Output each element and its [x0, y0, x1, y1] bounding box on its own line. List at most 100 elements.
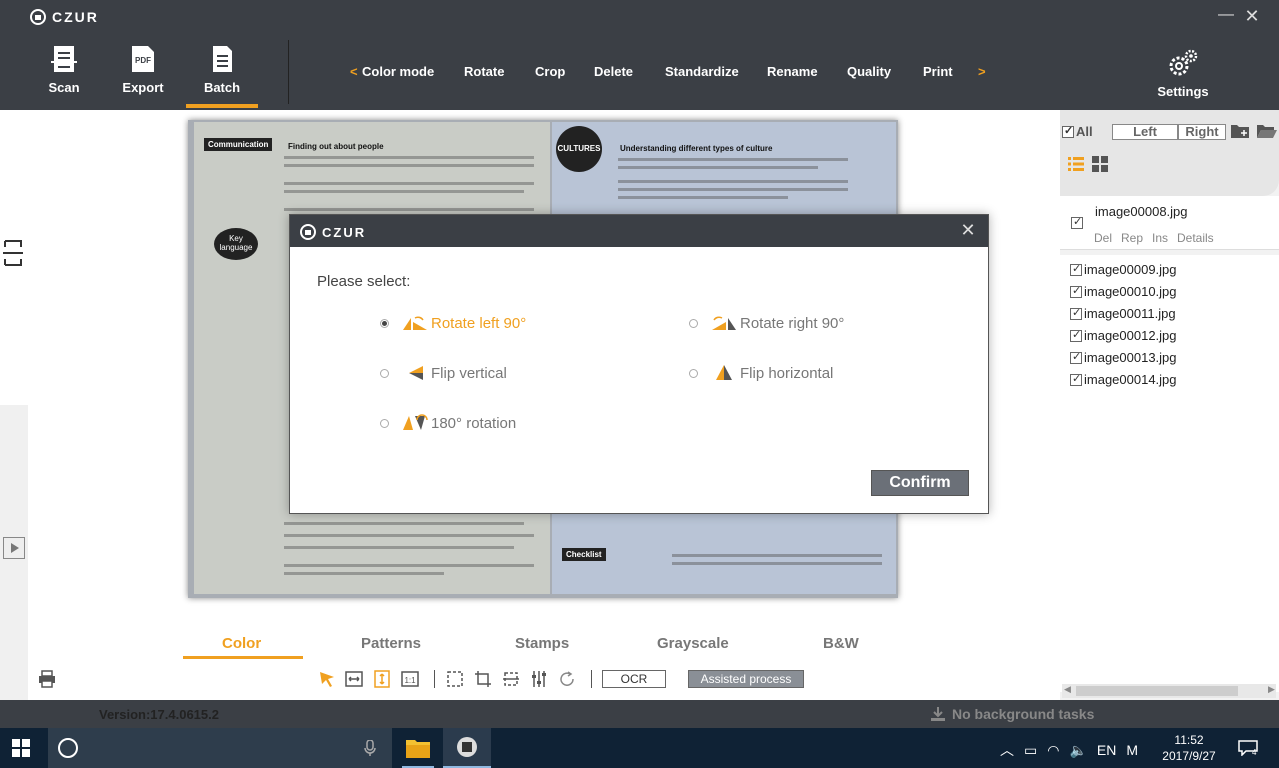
option-rotate-180[interactable]: 180° rotation: [380, 414, 516, 432]
tab-patterns[interactable]: Patterns: [361, 635, 421, 652]
rotate-left-icon: [403, 316, 427, 330]
refresh-icon[interactable]: [558, 670, 576, 688]
file-checkbox[interactable]: [1071, 215, 1083, 229]
file-checkbox[interactable]: [1070, 262, 1082, 276]
settings-button[interactable]: Settings: [1150, 48, 1216, 99]
crop-icon[interactable]: [474, 670, 492, 688]
file-action-del[interactable]: Del: [1094, 231, 1112, 245]
wifi-icon[interactable]: ◠: [1047, 742, 1059, 759]
scroll-right-icon[interactable]: ▶: [1268, 684, 1275, 695]
file-action-details[interactable]: Details: [1177, 231, 1214, 245]
scrollbar-thumb[interactable]: [1076, 686, 1238, 696]
folder-open-icon[interactable]: [1256, 122, 1278, 140]
file-checkbox[interactable]: [1070, 328, 1082, 342]
batch-icon: [213, 46, 232, 72]
tab-stamps[interactable]: Stamps: [515, 635, 569, 652]
select-all-checkbox[interactable]: All: [1062, 124, 1093, 139]
radio-rotate-180[interactable]: [380, 418, 389, 428]
close-window-button[interactable]: ✕: [1242, 6, 1262, 26]
fit-width-icon[interactable]: [345, 670, 363, 688]
menu-delete[interactable]: Delete: [594, 64, 633, 79]
radio-flip-horizontal[interactable]: [689, 368, 698, 378]
czur-taskbar-icon[interactable]: [443, 728, 491, 768]
tab-bw[interactable]: B&W: [823, 635, 859, 652]
printer-icon[interactable]: [38, 670, 56, 688]
settings-label: Settings: [1157, 84, 1209, 99]
radio-flip-vertical[interactable]: [380, 368, 389, 378]
select-area-icon[interactable]: [446, 670, 464, 688]
menu-crop[interactable]: Crop: [535, 64, 565, 79]
list-item[interactable]: image00014.jpg: [1070, 372, 1177, 387]
menu-print[interactable]: Print: [923, 64, 953, 79]
deskew-icon[interactable]: [502, 670, 520, 688]
microphone-icon[interactable]: [364, 740, 376, 756]
radio-rotate-left[interactable]: [380, 318, 389, 328]
option-flip-horizontal[interactable]: Flip horizontal: [689, 364, 833, 382]
gears-icon: [1169, 49, 1198, 76]
menu-standardize[interactable]: Standardize: [665, 64, 739, 79]
menu-rename[interactable]: Rename: [767, 64, 818, 79]
selected-file-item[interactable]: image00008.jpg Del Rep Ins Details: [1060, 196, 1279, 250]
file-action-ins[interactable]: Ins: [1152, 231, 1168, 245]
flip-vertical-icon: [409, 366, 423, 380]
windows-start-icon[interactable]: [12, 739, 30, 757]
file-checkbox[interactable]: [1070, 284, 1082, 298]
chevron-up-icon[interactable]: ︿: [1000, 740, 1014, 760]
play-icon[interactable]: [3, 537, 25, 559]
dialog-close-button[interactable]: ✕: [958, 220, 978, 240]
file-action-rep[interactable]: Rep: [1121, 231, 1143, 245]
list-item[interactable]: image00011.jpg: [1070, 306, 1176, 321]
actual-size-icon[interactable]: 1:1: [401, 670, 419, 688]
cortana-icon[interactable]: [58, 738, 78, 758]
file-checkbox[interactable]: [1070, 306, 1082, 320]
confirm-button[interactable]: Confirm: [871, 470, 969, 496]
export-button[interactable]: PDF Export: [108, 44, 178, 95]
taskbar-search-box[interactable]: [48, 728, 392, 768]
list-item[interactable]: image00010.jpg: [1070, 284, 1177, 299]
export-label: Export: [122, 80, 164, 95]
system-tray: ︿ ▭ ◠ 🔈 EN M: [1000, 740, 1138, 760]
menu-rotate[interactable]: Rotate: [464, 64, 504, 79]
menu-next-arrow[interactable]: >: [978, 64, 986, 79]
horizontal-scrollbar[interactable]: ◀ ▶: [1062, 684, 1276, 698]
grid-view-icon[interactable]: [1092, 156, 1108, 172]
menu-prev-arrow[interactable]: <: [350, 64, 358, 79]
folder-add-icon[interactable]: [1230, 122, 1250, 140]
crop-selection-icon[interactable]: [2, 238, 24, 268]
scroll-left-icon[interactable]: ◀: [1064, 684, 1071, 695]
batch-button[interactable]: Batch: [187, 44, 257, 95]
minimize-button[interactable]: —: [1216, 6, 1236, 26]
adjust-sliders-icon[interactable]: [530, 670, 548, 688]
book-cultures-badge: CULTURES: [556, 126, 602, 172]
assisted-process-button[interactable]: Assisted process: [688, 670, 804, 688]
option-rotate-left[interactable]: Rotate left 90°: [380, 314, 526, 332]
menu-color-mode[interactable]: Color mode: [362, 64, 434, 79]
list-item[interactable]: image00012.jpg: [1070, 328, 1177, 343]
pdf-icon: PDF: [132, 46, 154, 72]
list-view-icon[interactable]: [1068, 156, 1084, 172]
option-rotate-right[interactable]: Rotate right 90°: [689, 314, 844, 332]
ime-indicator[interactable]: M: [1126, 742, 1138, 758]
right-pages-button[interactable]: Right: [1178, 124, 1226, 140]
ocr-button[interactable]: OCR: [602, 670, 666, 688]
radio-rotate-right[interactable]: [689, 318, 698, 328]
menu-quality[interactable]: Quality: [847, 64, 891, 79]
list-item[interactable]: image00013.jpg: [1070, 350, 1177, 365]
tab-grayscale[interactable]: Grayscale: [657, 635, 729, 652]
tab-color[interactable]: Color: [222, 635, 261, 652]
list-item[interactable]: image00009.jpg: [1070, 262, 1177, 277]
file-checkbox[interactable]: [1070, 350, 1082, 364]
fit-height-icon[interactable]: [373, 670, 391, 688]
language-indicator[interactable]: EN: [1097, 742, 1116, 758]
volume-muted-icon[interactable]: 🔈: [1069, 742, 1086, 759]
battery-icon[interactable]: ▭: [1024, 742, 1037, 759]
taskbar-clock[interactable]: 11:52 2017/9/27: [1156, 732, 1222, 764]
pointer-icon[interactable]: [318, 670, 336, 688]
left-pages-button[interactable]: Left: [1112, 124, 1178, 140]
scan-button[interactable]: Scan: [29, 44, 99, 95]
file-explorer-icon[interactable]: [398, 728, 438, 768]
file-checkbox[interactable]: [1070, 372, 1082, 386]
option-flip-vertical[interactable]: Flip vertical: [380, 364, 507, 382]
notification-center-icon[interactable]: 4: [1238, 740, 1258, 756]
color-tab-indicator: [183, 656, 303, 659]
